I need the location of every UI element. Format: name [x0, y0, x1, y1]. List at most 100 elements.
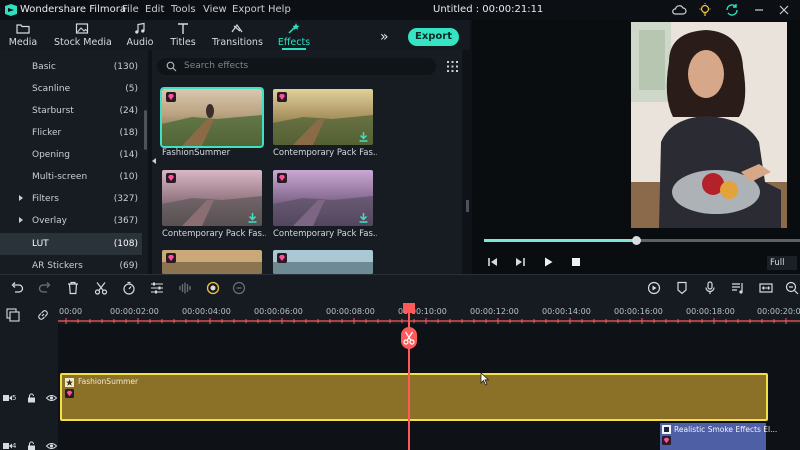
color-match-icon[interactable] [206, 281, 220, 295]
audio-wave-icon[interactable] [178, 281, 192, 295]
sidebar-item-label: LUT [32, 239, 49, 249]
sidebar-item-count: (367) [113, 216, 138, 226]
effect-thumbnail-6[interactable] [273, 250, 373, 274]
effect-thumbnail-contemporary-3[interactable] [273, 170, 373, 226]
effect-caption: Contemporary Pack Fas... [273, 229, 377, 239]
seek-handle[interactable] [631, 236, 641, 245]
download-icon[interactable] [248, 213, 257, 223]
lock-icon[interactable] [27, 441, 36, 450]
seek-progress [484, 239, 636, 242]
timeline-clip-realistic-smoke[interactable]: Realistic Smoke Effects El... [660, 423, 777, 450]
download-icon[interactable] [359, 132, 368, 142]
text-icon [178, 23, 188, 34]
app-name: Wondershare Filmora [20, 4, 126, 15]
tab-stock-media[interactable]: Stock Media [54, 20, 112, 50]
step-forward-icon[interactable] [514, 256, 526, 268]
delete-icon[interactable] [66, 281, 80, 295]
sidebar-item-starburst[interactable]: Starburst (24) [0, 100, 142, 122]
effect-thumbnail-contemporary-1[interactable] [273, 89, 373, 145]
sidebar-item-opening[interactable]: Opening (14) [0, 144, 142, 166]
grid-view-icon[interactable] [447, 61, 458, 72]
sidebar-item-label: Basic [32, 62, 56, 72]
tab-media[interactable]: Media [4, 20, 42, 50]
fit-timeline-icon[interactable] [759, 281, 773, 295]
eye-icon[interactable] [46, 442, 57, 450]
speed-icon[interactable] [122, 281, 136, 295]
timecode-label: 00:00:04:00 [182, 307, 231, 316]
timecode-label: 00:00:02:00 [110, 307, 159, 316]
panel-divider-handle[interactable] [466, 200, 469, 212]
sidebar-scrollbar[interactable] [144, 110, 147, 150]
export-button[interactable]: Export [408, 28, 459, 46]
menu-tools[interactable]: Tools [171, 4, 196, 15]
effect-preview-image [162, 89, 262, 146]
stop-icon[interactable] [570, 256, 582, 268]
undo-icon[interactable] [10, 281, 24, 295]
menu-edit[interactable]: Edit [145, 4, 164, 15]
menu-view[interactable]: View [203, 4, 227, 15]
sidebar-item-scanline[interactable]: Scanline (5) [0, 78, 142, 100]
premium-gem-icon [277, 92, 287, 102]
collapse-sidebar-icon[interactable] [152, 158, 156, 164]
sidebar-item-count: (69) [119, 261, 138, 271]
menu-file[interactable]: File [122, 4, 139, 15]
timecode-label: 00:00:06:00 [254, 307, 303, 316]
redo-icon[interactable] [38, 281, 52, 295]
effect-thumbnail-contemporary-2[interactable] [162, 170, 262, 226]
search-input[interactable]: Search effects [157, 58, 436, 75]
more-tabs-icon[interactable]: » [380, 29, 389, 45]
effect-thumbnail-fashionsummer[interactable] [160, 87, 264, 148]
sidebar-item-overlay[interactable]: Overlay (367) [0, 210, 142, 232]
timecode-label: 00:00 [59, 307, 83, 316]
add-track-icon[interactable] [6, 308, 20, 322]
cloud-icon[interactable] [671, 2, 687, 18]
play-icon[interactable] [542, 256, 554, 268]
effect-preview-image [162, 170, 262, 226]
tab-effects[interactable]: Effects [274, 20, 314, 50]
sidebar-item-multi-screen[interactable]: Multi-screen (10) [0, 166, 142, 188]
cut-icon[interactable] [94, 281, 108, 295]
marker-icon[interactable] [675, 281, 689, 295]
minimize-icon[interactable] [751, 2, 767, 18]
link-icon[interactable] [36, 308, 50, 322]
lock-icon[interactable] [27, 393, 36, 403]
eye-icon[interactable] [46, 394, 57, 402]
sidebar-item-filters[interactable]: Filters (327) [0, 188, 142, 210]
zoom-out-icon[interactable] [785, 281, 799, 295]
step-back-icon[interactable] [487, 256, 499, 268]
tab-titles[interactable]: Titles [166, 20, 200, 50]
effect-preview-image [162, 250, 262, 274]
close-icon[interactable] [776, 2, 792, 18]
sidebar-item-basic[interactable]: Basic (130) [0, 56, 142, 78]
premium-gem-icon [166, 173, 176, 183]
sync-icon[interactable] [724, 2, 740, 18]
video-image [631, 22, 787, 228]
menu-export[interactable]: Export [232, 4, 265, 15]
effect-caption: FashionSummer [162, 148, 231, 158]
expand-arrow-icon[interactable] [19, 217, 23, 223]
split-at-playhead-button[interactable] [401, 327, 417, 349]
render-preview-icon[interactable] [647, 281, 661, 295]
microphone-icon[interactable] [703, 281, 717, 295]
bulb-icon[interactable] [697, 2, 713, 18]
speech-to-text-icon[interactable] [232, 281, 246, 295]
preview-quality-select[interactable]: Full [767, 256, 797, 270]
download-icon[interactable] [359, 213, 368, 223]
timeline-clip-fashionsummer[interactable]: FashionSummer [60, 373, 768, 421]
premium-gem-icon [277, 173, 287, 183]
tab-audio[interactable]: Audio [122, 20, 158, 50]
timecode-label: 00:00:16:00 [614, 307, 663, 316]
sidebar-item-count: (5) [125, 84, 138, 94]
effect-thumbnail-5[interactable] [162, 250, 262, 274]
title-bar: Wondershare Filmora File Edit Tools View… [0, 0, 800, 20]
tab-transitions[interactable]: Transitions [212, 20, 263, 50]
search-icon [166, 61, 177, 72]
adjust-icon[interactable] [150, 281, 164, 295]
audio-mixer-icon[interactable] [731, 281, 745, 295]
sidebar-item-lut[interactable]: LUT (108) [0, 233, 142, 255]
menu-help[interactable]: Help [268, 4, 291, 15]
sidebar-item-flicker[interactable]: Flicker (18) [0, 122, 142, 144]
expand-arrow-icon[interactable] [19, 195, 23, 201]
playhead[interactable] [408, 304, 410, 450]
sidebar-item-label: Opening [32, 150, 70, 160]
